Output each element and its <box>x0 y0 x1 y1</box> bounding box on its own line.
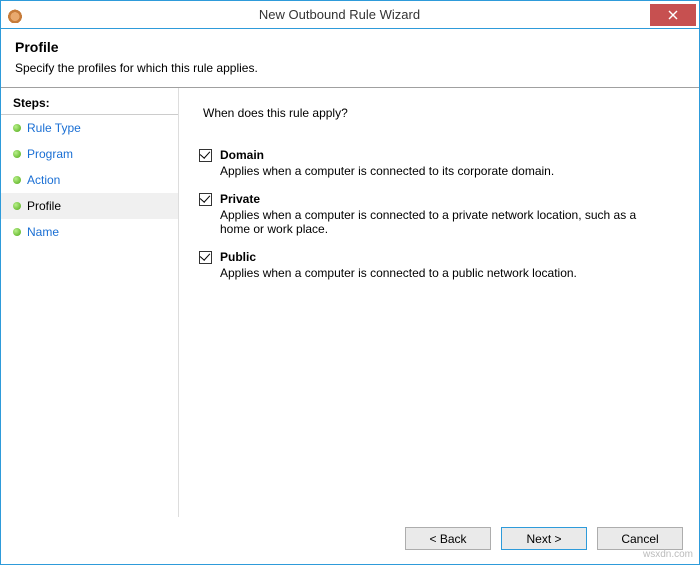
wizard-body: Steps: Rule Type Program Action Profile … <box>1 88 699 517</box>
step-label: Rule Type <box>27 119 81 137</box>
checkbox-public-label: Public <box>220 250 256 264</box>
step-label: Program <box>27 145 73 163</box>
checkbox-public-desc: Applies when a computer is connected to … <box>220 266 640 280</box>
steps-sidebar: Steps: Rule Type Program Action Profile … <box>1 88 179 517</box>
step-program[interactable]: Program <box>1 141 178 167</box>
back-button[interactable]: < Back <box>405 527 491 550</box>
option-private: Private Applies when a computer is conne… <box>199 192 679 236</box>
step-rule-type[interactable]: Rule Type <box>1 115 178 141</box>
checkbox-private-desc: Applies when a computer is connected to … <box>220 208 640 236</box>
checkbox-public[interactable] <box>199 251 212 264</box>
wizard-footer: < Back Next > Cancel <box>1 517 699 564</box>
window-title: New Outbound Rule Wizard <box>29 7 650 22</box>
close-icon <box>668 10 678 20</box>
bullet-icon <box>13 176 21 184</box>
step-label: Name <box>27 223 59 241</box>
wizard-header: Profile Specify the profiles for which t… <box>1 29 699 87</box>
option-public: Public Applies when a computer is connec… <box>199 250 679 280</box>
checkbox-domain[interactable] <box>199 149 212 162</box>
bullet-icon <box>13 202 21 210</box>
titlebar: New Outbound Rule Wizard <box>1 1 699 29</box>
bullet-icon <box>13 124 21 132</box>
step-action[interactable]: Action <box>1 167 178 193</box>
watermark: wsxdn.com <box>643 549 693 560</box>
checkbox-private[interactable] <box>199 193 212 206</box>
page-subtitle: Specify the profiles for which this rule… <box>15 61 685 75</box>
page-title: Profile <box>15 39 685 55</box>
step-profile[interactable]: Profile <box>1 193 178 219</box>
wizard-main: When does this rule apply? Domain Applie… <box>179 88 699 517</box>
checkbox-domain-desc: Applies when a computer is connected to … <box>220 164 640 178</box>
step-label: Action <box>27 171 60 189</box>
cancel-button[interactable]: Cancel <box>597 527 683 550</box>
close-button[interactable] <box>650 4 696 26</box>
step-name[interactable]: Name <box>1 219 178 245</box>
checkbox-private-label: Private <box>220 192 260 206</box>
option-domain: Domain Applies when a computer is connec… <box>199 148 679 178</box>
steps-heading: Steps: <box>1 92 178 115</box>
wizard-window: New Outbound Rule Wizard Profile Specify… <box>0 0 700 565</box>
profile-question: When does this rule apply? <box>203 106 679 120</box>
step-label: Profile <box>27 197 61 215</box>
firewall-icon <box>7 7 23 23</box>
bullet-icon <box>13 228 21 236</box>
bullet-icon <box>13 150 21 158</box>
checkbox-domain-label: Domain <box>220 148 264 162</box>
next-button[interactable]: Next > <box>501 527 587 550</box>
